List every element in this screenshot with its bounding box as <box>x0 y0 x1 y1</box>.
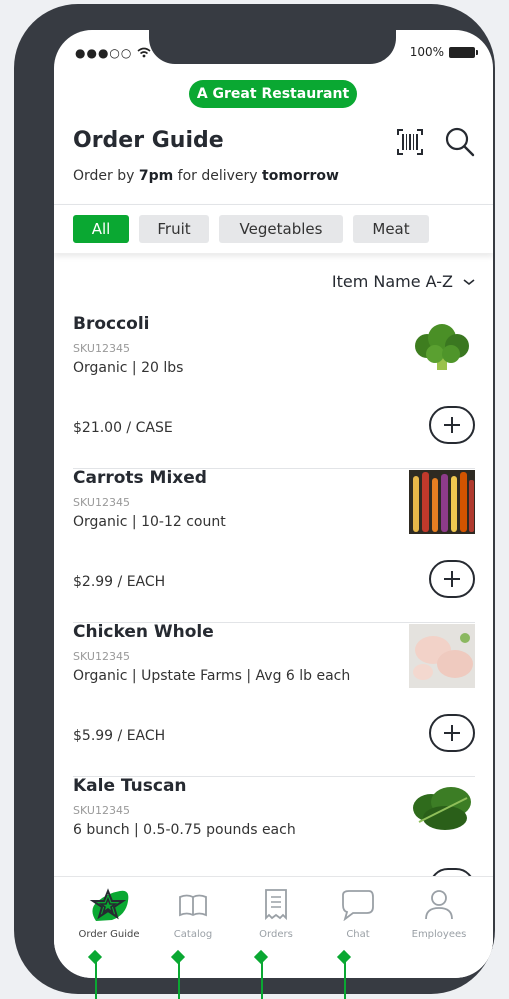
broccoli-image <box>415 324 469 370</box>
delivery-middle: for delivery <box>173 168 263 184</box>
tab-label: Catalog <box>173 929 213 940</box>
tab-employees[interactable]: Employees <box>399 887 479 940</box>
barcode-scan-icon[interactable] <box>396 128 424 156</box>
tab-order-guide[interactable]: Order Guide <box>69 887 149 940</box>
carrots-image <box>409 470 475 534</box>
add-to-order-button[interactable] <box>429 560 475 598</box>
list-item[interactable]: Broccoli SKU12345 Organic | 20 lbs $21.0… <box>73 314 475 469</box>
restaurant-selector[interactable]: A Great Restaurant <box>189 80 357 108</box>
battery-icon <box>449 46 478 58</box>
filter-chip-vegetables[interactable]: Vegetables <box>219 215 343 243</box>
item-description: Organic | 20 lbs <box>73 360 184 376</box>
battery-level: 100% <box>409 45 444 59</box>
wifi-icon <box>137 47 151 58</box>
tab-chat[interactable]: Chat <box>318 887 398 940</box>
tab-label: Chat <box>346 929 370 940</box>
item-description: 6 bunch | 0.5-0.75 pounds each <box>73 822 296 838</box>
plus-icon <box>444 417 460 433</box>
filter-chip-all[interactable]: All <box>73 215 129 243</box>
search-icon[interactable] <box>444 126 476 158</box>
item-sku: SKU12345 <box>73 496 130 509</box>
phone-frame: ●●●○○ 100% A Great Restaurant Order Guid… <box>14 4 495 994</box>
delivery-time: 7pm <box>138 168 174 184</box>
person-icon <box>425 890 453 920</box>
filter-bar: All Fruit Vegetables Meat <box>54 204 493 253</box>
page-title: Order Guide <box>73 128 224 153</box>
phone-notch <box>149 30 396 64</box>
item-name: Kale Tuscan <box>73 776 187 796</box>
add-to-order-button[interactable] <box>429 714 475 752</box>
star-icon <box>89 888 129 921</box>
kale-image <box>413 787 471 830</box>
sort-label: Item Name A-Z <box>331 272 453 291</box>
item-name: Broccoli <box>73 314 150 334</box>
signal-dots: ●●●○○ <box>75 46 133 60</box>
filter-chip-fruit[interactable]: Fruit <box>139 215 209 243</box>
battery-indicator: 100% <box>409 45 478 59</box>
signal-indicator: ●●●○○ <box>75 46 151 60</box>
annotation-pointer <box>344 958 346 999</box>
tab-label: Order Guide <box>78 929 140 940</box>
chicken-image <box>409 624 475 688</box>
item-price: $21.00 / CASE <box>73 420 173 436</box>
bottom-tab-bar: Order Guide Catalog Orders Chat Employee… <box>54 876 493 978</box>
list-item[interactable]: Chicken Whole SKU12345 Organic | Upstate… <box>73 622 475 777</box>
sort-dropdown[interactable]: Item Name A-Z <box>332 272 475 291</box>
annotation-pointer <box>178 958 180 999</box>
filter-chip-meat[interactable]: Meat <box>353 215 429 243</box>
item-name: Carrots Mixed <box>73 468 207 488</box>
item-sku: SKU12345 <box>73 650 130 663</box>
receipt-icon <box>265 889 287 921</box>
delivery-day: tomorrow <box>262 168 339 184</box>
tab-catalog[interactable]: Catalog <box>153 887 233 940</box>
chevron-down-icon <box>463 278 475 285</box>
tab-orders[interactable]: Orders <box>236 887 316 940</box>
delivery-prefix: Order by <box>73 168 139 184</box>
plus-icon <box>444 571 460 587</box>
item-sku: SKU12345 <box>73 342 130 355</box>
item-name: Chicken Whole <box>73 622 214 642</box>
item-price: $5.99 / EACH <box>73 728 166 744</box>
item-description: Organic | Upstate Farms | Avg 6 lb each <box>73 668 351 684</box>
add-to-order-button[interactable] <box>429 406 475 444</box>
item-sku: SKU12345 <box>73 804 130 817</box>
plus-icon <box>444 725 460 741</box>
tab-label: Employees <box>411 929 467 940</box>
tab-label: Orders <box>259 929 293 940</box>
annotation-pointer <box>261 958 263 999</box>
app-screen: ●●●○○ 100% A Great Restaurant Order Guid… <box>54 30 493 978</box>
chat-icon <box>342 890 374 922</box>
delivery-info: Order by 7pm for delivery tomorrow <box>73 168 339 184</box>
list-item[interactable]: Carrots Mixed SKU12345 Organic | 10-12 c… <box>73 468 475 623</box>
item-description: Organic | 10-12 count <box>73 514 226 530</box>
item-price: $2.99 / EACH <box>73 574 166 590</box>
book-icon <box>179 894 207 917</box>
annotation-pointer <box>95 958 97 999</box>
